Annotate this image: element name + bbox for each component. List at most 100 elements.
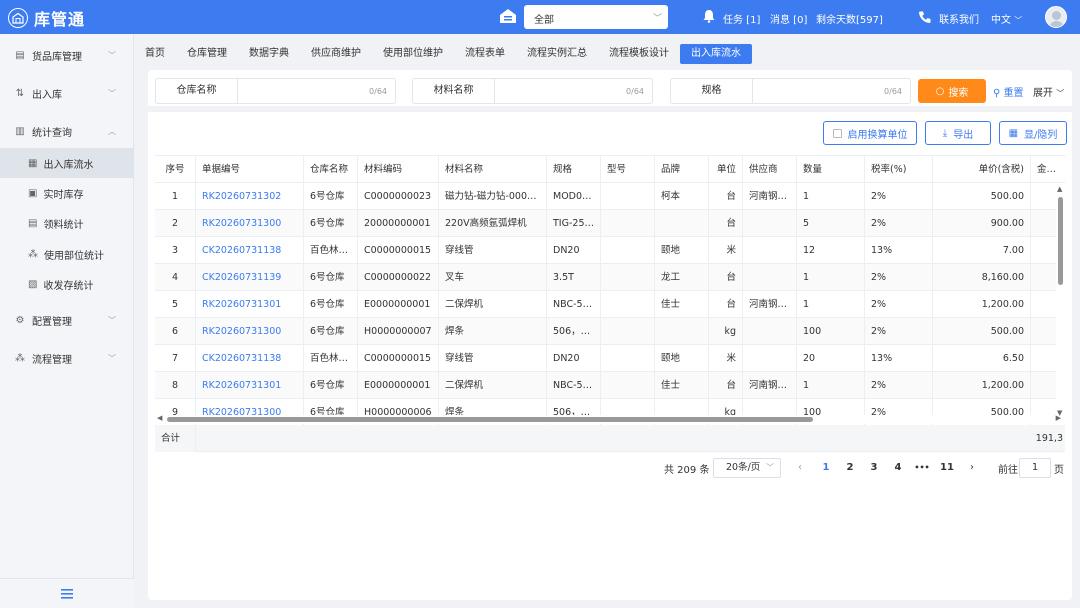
col-material-name: 焊条 [439, 318, 547, 345]
table-row[interactable]: 8 RK20260731301 6号仓库 E0000000001 二保焊机 NBC-500… [155, 372, 1065, 399]
flow-icon: ⁂ [15, 352, 25, 364]
horizontal-scrollbar[interactable]: ◀ ▶ [155, 414, 1061, 424]
home-icon[interactable] [499, 8, 517, 24]
sidebar-item-goods[interactable]: ▤ 货品库管理 ﹀ [0, 40, 134, 70]
tab-warehouse[interactable]: 仓库管理 [176, 44, 238, 64]
search-button[interactable]: ○ 搜索 [918, 79, 986, 103]
checkbox-icon [832, 128, 842, 138]
field-label: 材料名称 [413, 79, 495, 103]
table-row[interactable]: 7 CK20260731138 百色林… C0000000015 穿线管 DN20 颐地米 2… [155, 345, 1065, 372]
col-doc-no[interactable]: RK20260731301 [196, 372, 304, 399]
col-doc-no[interactable]: CK20260731139 [196, 264, 304, 291]
prev-page-icon[interactable]: ‹ [792, 458, 808, 478]
col-supplier: 河南钢… [743, 291, 797, 318]
tasks-link[interactable]: 任务 [1] [723, 11, 760, 26]
col-material-name: 磁力钻-磁力钻-0000… [439, 183, 547, 210]
stats-icon: ▥ [15, 125, 25, 137]
col-doc-no[interactable]: RK20260731300 [196, 318, 304, 345]
page-3[interactable]: 3 [866, 458, 882, 478]
tab-usage-part[interactable]: 使用部位维护 [372, 44, 454, 64]
spec-field[interactable]: 规格 0/64 [670, 78, 911, 104]
page-11[interactable]: 11 [937, 458, 957, 478]
export-button[interactable]: ⤓ 导出 [925, 121, 991, 145]
table-header-row: 序号 单据编号 仓库名称 材料编码 材料名称 规格 型号 品牌 单位 供应商 数量 税率(%) 单价(含… [155, 156, 1065, 183]
warehouse-select[interactable]: 全部 ﹀ [524, 5, 668, 29]
sidebar-item-config[interactable]: ⚙ 配置管理 ﹀ [0, 305, 134, 335]
convert-unit-toggle[interactable]: 启用换算单位 [823, 121, 917, 145]
sidebar-item-inout[interactable]: ⇅ 出入库 ﹀ [0, 78, 134, 108]
bell-icon[interactable] [702, 9, 716, 23]
col-warehouse: 百色林… [304, 237, 358, 264]
contact-link[interactable]: 联系我们 [939, 11, 979, 26]
page-4[interactable]: 4 [890, 458, 906, 478]
col-qty: 1 [797, 291, 865, 318]
col-doc-no[interactable]: RK20260731301 [196, 291, 304, 318]
sidebar-subitem-inventory[interactable]: ▣ 实时库存 [0, 178, 134, 208]
col-doc-no[interactable]: CK20260731138 [196, 345, 304, 372]
col-model [601, 345, 655, 372]
vertical-scrollbar[interactable]: ▲ ▼ [1056, 183, 1065, 417]
table-row[interactable]: 1 RK20260731302 6号仓库 C0000000023 磁力钻-磁力钻-000… [155, 183, 1065, 210]
col-material-code: C0000000022 [358, 264, 439, 291]
page-size-select[interactable]: 20条/页 ﹀ [713, 458, 781, 478]
menu-icon [61, 588, 73, 599]
col-warehouse: 6号仓库 [304, 210, 358, 237]
page-ellipsis[interactable]: ••• [914, 458, 930, 478]
col-tax-rate: 13% [865, 345, 933, 372]
material-name-field[interactable]: 材料名称 0/64 [412, 78, 653, 104]
export-button-label: 导出 [953, 129, 974, 141]
sidebar-item-stats[interactable]: ▥ 统计查询 ︿ [0, 116, 134, 146]
main-panel: 仓库名称 0/64 材料名称 0/64 规格 0/64 ○ 搜索 ⚲ 重置 展开… [148, 70, 1072, 600]
avatar[interactable] [1045, 6, 1067, 28]
sidebar-subitem-usage[interactable]: ⁂ 使用部位统计 [0, 239, 134, 269]
col-index: 3 [155, 237, 196, 264]
tab-supplier[interactable]: 供应商维护 [300, 44, 372, 64]
tab-inout-flow[interactable]: 出入库流水 [680, 44, 752, 64]
warehouse-select-value: 全部 [534, 15, 554, 26]
messages-link[interactable]: 消息 [0] [770, 11, 807, 26]
tab-process-template[interactable]: 流程模板设计 [598, 44, 680, 64]
col-doc-no[interactable]: RK20260731302 [196, 183, 304, 210]
col-doc-no[interactable]: CK20260731138 [196, 237, 304, 264]
sidebar-subitem-label: 出入库流水 [43, 159, 94, 171]
tab-home[interactable]: 首页 [134, 44, 176, 64]
app-logo[interactable]: 库管通 [8, 6, 85, 30]
col-warehouse: 6号仓库 [304, 372, 358, 399]
sidebar-item-process[interactable]: ⁂ 流程管理 ﹀ [0, 343, 134, 373]
page-2[interactable]: 2 [842, 458, 858, 478]
col-qty: 1 [797, 264, 865, 291]
col-doc-no[interactable]: RK20260731300 [196, 210, 304, 237]
reset-button[interactable]: ⚲ 重置 [993, 84, 1024, 99]
warehouse-name-field[interactable]: 仓库名称 0/64 [155, 78, 396, 104]
col-brand [655, 318, 709, 345]
char-count: 0/64 [626, 86, 644, 96]
tab-dictionary[interactable]: 数据字典 [238, 44, 300, 64]
table-row[interactable]: 6 RK20260731300 6号仓库 H0000000007 焊条 506，… kg 10… [155, 318, 1065, 345]
col-unit: 台 [709, 210, 743, 237]
next-page-icon[interactable]: › [964, 458, 980, 478]
table-row[interactable]: 5 RK20260731301 6号仓库 E0000000001 二保焊机 NBC-500… [155, 291, 1065, 318]
scroll-thumb[interactable] [1058, 197, 1063, 285]
total-amount: 191,3 [1035, 433, 1063, 444]
col-qty: 1 [797, 372, 865, 399]
table-row[interactable]: 2 RK20260731300 6号仓库 20000000001 220V高频氩弧焊机 T… [155, 210, 1065, 237]
tab-process-instances[interactable]: 流程实例汇总 [516, 44, 598, 64]
language-select[interactable]: 中文 ﹀ [991, 11, 1022, 26]
sidebar-subitem-balance[interactable]: ▧ 收发存统计 [0, 269, 134, 299]
language-label: 中文 [991, 15, 1011, 26]
col-warehouse: 仓库名称 [304, 156, 358, 183]
page-1[interactable]: 1 [818, 458, 834, 478]
sidebar-item-label: 配置管理 [32, 316, 72, 328]
goto-page-input[interactable]: 1 [1019, 458, 1051, 478]
sidebar-collapse-button[interactable] [0, 578, 134, 608]
table-row[interactable]: 3 CK20260731138 百色林… C0000000015 穿线管 DN20 颐地米 1… [155, 237, 1065, 264]
expand-button[interactable]: 展开 ﹀ [1033, 84, 1064, 99]
tab-process-form[interactable]: 流程表单 [454, 44, 516, 64]
sidebar-subitem-picking[interactable]: ▤ 领料统计 [0, 208, 134, 238]
columns-toggle-button[interactable]: ▦ 显/隐列 [999, 121, 1067, 145]
scroll-thumb[interactable] [167, 417, 813, 422]
sidebar-subitem-flow[interactable]: ▦ 出入库流水 [0, 148, 134, 178]
col-material-code: E0000000001 [358, 372, 439, 399]
table-row[interactable]: 4 CK20260731139 6号仓库 C0000000022 叉车 3.5T 龙工台 1 2… [155, 264, 1065, 291]
goods-icon: ▤ [15, 49, 25, 61]
